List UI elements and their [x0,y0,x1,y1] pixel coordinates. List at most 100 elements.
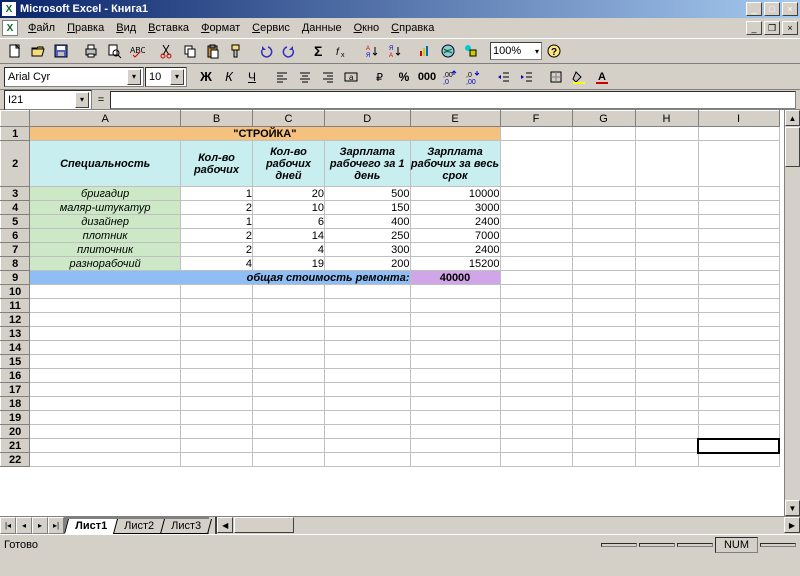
mdi-restore-button[interactable]: ❐ [764,21,780,35]
cell-H9[interactable] [635,271,698,285]
cell-E6[interactable]: 7000 [410,229,500,243]
cell-A14[interactable] [30,341,181,355]
cell-B14[interactable] [181,341,253,355]
cell-G18[interactable] [572,397,635,411]
cell-F5[interactable] [500,215,572,229]
cell-F7[interactable] [500,243,572,257]
cell-A6[interactable]: плотник [30,229,181,243]
row-header-18[interactable]: 18 [1,397,30,411]
sort-asc-button[interactable]: АЯ [361,40,383,62]
cell-E5[interactable]: 2400 [410,215,500,229]
cell-A3[interactable]: бригадир [30,187,181,201]
align-center-button[interactable] [294,66,316,88]
cell-I5[interactable] [698,215,779,229]
col-header-F[interactable]: F [500,111,572,127]
cell-E14[interactable] [410,341,500,355]
row-header-20[interactable]: 20 [1,425,30,439]
cell-G21[interactable] [572,439,635,453]
cell-F17[interactable] [500,383,572,397]
row-header-12[interactable]: 12 [1,313,30,327]
cell-B20[interactable] [181,425,253,439]
row-header-11[interactable]: 11 [1,299,30,313]
sheet-tab-Лист2[interactable]: Лист2 [113,519,165,534]
font-size-combo[interactable]: 10▾ [145,67,187,87]
cell-I19[interactable] [698,411,779,425]
cell-A7[interactable]: плиточник [30,243,181,257]
prev-sheet-button[interactable]: ◂ [16,517,32,534]
row-header-6[interactable]: 6 [1,229,30,243]
spreadsheet-grid[interactable]: ABCDEFGHI1"СТРОЙКА"2СпециальностьКол-во … [0,110,780,467]
cell-G20[interactable] [572,425,635,439]
paste-button[interactable] [202,40,224,62]
cell-F14[interactable] [500,341,572,355]
cell-I20[interactable] [698,425,779,439]
cell-D21[interactable] [325,439,411,453]
align-left-button[interactable] [271,66,293,88]
cell-D14[interactable] [325,341,411,355]
cell-D12[interactable] [325,313,411,327]
comma-button[interactable]: 000 [416,66,438,88]
cell-G4[interactable] [572,201,635,215]
cell-D7[interactable]: 300 [325,243,411,257]
redo-button[interactable] [278,40,300,62]
cell-I6[interactable] [698,229,779,243]
cell-H15[interactable] [635,355,698,369]
new-button[interactable] [4,40,26,62]
name-box[interactable]: I21▾ [4,90,92,110]
cell-E7[interactable]: 2400 [410,243,500,257]
menu-сервис[interactable]: Сервис [246,20,296,36]
cell-C13[interactable] [253,327,325,341]
autosum-button[interactable]: Σ [308,40,330,62]
cell-F15[interactable] [500,355,572,369]
cell-G1[interactable] [572,127,635,141]
menu-окно[interactable]: Окно [348,20,386,36]
format-painter-button[interactable] [225,40,247,62]
cell-D19[interactable] [325,411,411,425]
cell-A9[interactable]: общая стоимость ремонта: [30,271,410,285]
cell-A12[interactable] [30,313,181,327]
cell-G19[interactable] [572,411,635,425]
cell-B5[interactable]: 1 [181,215,253,229]
cell-D20[interactable] [325,425,411,439]
drawing-button[interactable] [460,40,482,62]
cell-H19[interactable] [635,411,698,425]
cell-C4[interactable]: 10 [253,201,325,215]
cell-I10[interactable] [698,285,779,299]
cell-C3[interactable]: 20 [253,187,325,201]
cell-A5[interactable]: дизайнер [30,215,181,229]
cell-F21[interactable] [500,439,572,453]
cell-F2[interactable] [500,141,572,187]
cell-I12[interactable] [698,313,779,327]
vscroll-thumb[interactable] [785,127,800,167]
cell-I17[interactable] [698,383,779,397]
row-header-8[interactable]: 8 [1,257,30,271]
cell-D13[interactable] [325,327,411,341]
cell-C7[interactable]: 4 [253,243,325,257]
cell-A2[interactable]: Специальность [30,141,181,187]
cell-G5[interactable] [572,215,635,229]
cell-H8[interactable] [635,257,698,271]
cell-H21[interactable] [635,439,698,453]
print-preview-button[interactable] [103,40,125,62]
minimize-button[interactable]: _ [746,2,762,16]
cell-E15[interactable] [410,355,500,369]
cell-A17[interactable] [30,383,181,397]
cell-H4[interactable] [635,201,698,215]
cell-H5[interactable] [635,215,698,229]
cell-E18[interactable] [410,397,500,411]
cell-D11[interactable] [325,299,411,313]
cell-A22[interactable] [30,453,181,467]
chart-wizard-button[interactable] [414,40,436,62]
cell-H7[interactable] [635,243,698,257]
col-header-A[interactable]: A [30,111,181,127]
cell-G8[interactable] [572,257,635,271]
cell-D8[interactable]: 200 [325,257,411,271]
cell-I15[interactable] [698,355,779,369]
menu-вставка[interactable]: Вставка [142,20,195,36]
cell-I2[interactable] [698,141,779,187]
cell-H6[interactable] [635,229,698,243]
cell-B11[interactable] [181,299,253,313]
cell-E2[interactable]: Зарплата рабочих за весь срок [410,141,500,187]
cell-I4[interactable] [698,201,779,215]
borders-button[interactable] [545,66,567,88]
